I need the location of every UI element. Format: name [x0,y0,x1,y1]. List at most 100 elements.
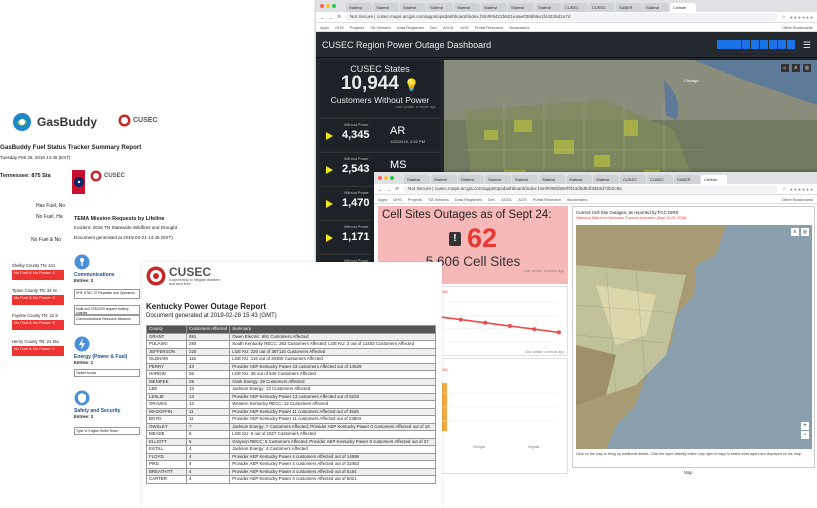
star-icon[interactable]: ☆ [782,14,786,20]
browser-tab[interactable]: Statewi [508,3,534,12]
tema-incident: Incident: 2016 TN Statewide Wildfires an… [74,225,178,230]
bookmark-item[interactable]: Apps [378,197,387,202]
layers-icon[interactable]: ≡ [791,228,799,236]
legend-icon[interactable]: ◎ [801,228,809,236]
map-canvas[interactable]: + − ≡ ◎ [576,225,812,449]
bookmark-item[interactable]: Bookmarks [567,197,587,202]
home-icon[interactable]: ⌂ [781,64,789,72]
bookmark-item[interactable]: AGS [518,197,526,202]
bookmark-item[interactable]: AGOL [501,197,512,202]
bookmark-item[interactable]: Projects [350,25,364,30]
data-point[interactable] [458,317,463,322]
bookmark-item[interactable]: Data Registries [455,197,482,202]
row-label: Without Power [344,191,369,195]
bookmark-item[interactable]: AGOL [443,25,454,30]
bookmark-item[interactable]: Data Registries [397,25,424,30]
customers-cell: 220 [185,347,231,356]
bookmark-item[interactable]: Bookmarks [509,25,529,30]
browser-tab[interactable]: Statewi [512,175,538,184]
bookmark-item[interactable]: Dev [488,197,495,202]
browser-tab[interactable]: Statewi [373,3,399,12]
map-tab[interactable]: Map [684,470,693,475]
window-controls[interactable] [378,176,394,180]
state-filter-chips[interactable] [717,40,795,49]
tema-title: TEMA Mission Requests by Lifeline [74,216,165,222]
map-tools[interactable]: ⌂ ≡ ◎ [781,64,811,72]
window-controls[interactable] [320,4,336,8]
reload-icon[interactable]: ⟳ [395,186,399,192]
browser-tab[interactable]: CUSEC [562,3,588,12]
bookmark-item[interactable]: Apps [320,25,329,30]
browser-tab[interactable]: Statewi [593,175,619,184]
browser-tab[interactable]: Statewi [454,3,480,12]
browser-tab[interactable]: Statewi [566,175,592,184]
cusec-seal-icon [118,114,131,127]
back-icon[interactable]: ← [320,15,325,20]
forward-icon[interactable]: → [387,187,392,192]
bookmark-item[interactable]: Portal Research [475,25,504,30]
bookmark-item[interactable]: Dev [430,25,437,30]
browser-tab[interactable]: Cellsite [701,175,727,184]
zoom-controls[interactable]: + − [801,422,809,439]
bookmark-item[interactable]: GHS [393,197,402,202]
browser-tab[interactable]: Statewi [431,175,457,184]
browser-tab[interactable]: SABER [616,3,642,12]
browser-tab[interactable]: Statewi [535,3,561,12]
browser-tab[interactable]: Statewi [400,3,426,12]
forward-icon[interactable]: → [329,15,334,20]
energy-icon [74,336,90,352]
total-value: 10,944 [340,73,399,94]
bookmark-item[interactable]: AGS [460,25,468,30]
browser-tab[interactable]: Statewi [643,3,669,12]
browser-tab[interactable]: SABER [674,175,700,184]
menu-icon[interactable]: ☰ [803,32,811,58]
bookmark-item[interactable]: GHS [335,25,344,30]
cusec-brand: CUSEC [133,117,158,124]
browser-tab[interactable]: Statewi [481,3,507,12]
browser-tab[interactable]: CUSEC [620,175,646,184]
browser-tab[interactable]: CUSEC [647,175,673,184]
bookmark-item[interactable]: Other Bookmarks [782,197,813,202]
url-field[interactable]: Not Secure | cusec.maps.arcgis.com/apps/… [345,13,778,21]
browser-tab[interactable]: Statewi [458,175,484,184]
layers-icon[interactable]: ≡ [792,64,800,72]
bookmark-item[interactable]: SA Viewers [370,25,390,30]
legend-icon[interactable]: ◎ [803,64,811,72]
browser-tab[interactable]: Statewi [539,175,565,184]
browser-tab[interactable]: Statewi [346,3,372,12]
data-point[interactable] [557,330,561,335]
bookmark-item[interactable]: SA Viewers [428,197,448,202]
browser-tab[interactable]: Statewi [427,3,453,12]
zoom-out-icon[interactable]: − [801,431,809,439]
star-icon[interactable]: ☆ [782,186,786,192]
data-point[interactable] [532,327,537,332]
url-field[interactable]: Not Secure | cusec.maps.arcgis.com/apps/… [403,185,778,193]
gasbuddy-title: GasBuddy Fuel Status Tracker Summary Rep… [0,144,142,151]
browser-tab[interactable]: Statewi [404,175,430,184]
map-tools[interactable]: ≡ ◎ [791,228,809,236]
browser-tab[interactable]: CUSEC [589,3,615,12]
browser-tab[interactable]: Cellsite [670,3,696,12]
url-text: cusec.maps.arcgis.com/apps/opsdashboard/… [376,14,571,19]
bookmark-item[interactable]: Other Bookmarks [782,25,813,30]
bookmark-item[interactable]: Portal Research [533,197,562,202]
data-point[interactable] [483,320,488,325]
outage-row: ! 62 [378,223,568,254]
reload-icon[interactable]: ⟳ [337,14,341,20]
bookmark-item[interactable]: Projects [408,197,422,202]
extensions-icons[interactable]: ● ● ● ● ● ● [790,15,813,20]
browser-tab[interactable]: Statewi [485,175,511,184]
safety-section: Safety and Security Entries: 3 Type VI E… [74,390,140,435]
state-outage-row[interactable]: Without Power 4,345 AR 1/22/2019, 2:52 PM [320,118,440,151]
data-point[interactable] [507,324,512,328]
customers-cell: 4 [185,460,231,469]
back-icon[interactable]: ← [378,187,383,192]
customers-cell: 12 [185,400,231,409]
card-note: Last update: a minute ago [395,105,436,109]
customers-cell: 11 [185,407,231,416]
county-chip: No Fuel & No Power: 0 [12,270,64,280]
zoom-in-icon[interactable]: + [801,422,809,430]
coastline-map[interactable] [576,225,812,449]
extensions-icons[interactable]: ● ● ● ● ● ● [790,187,813,192]
county-cell: BREATHITT [146,467,187,476]
